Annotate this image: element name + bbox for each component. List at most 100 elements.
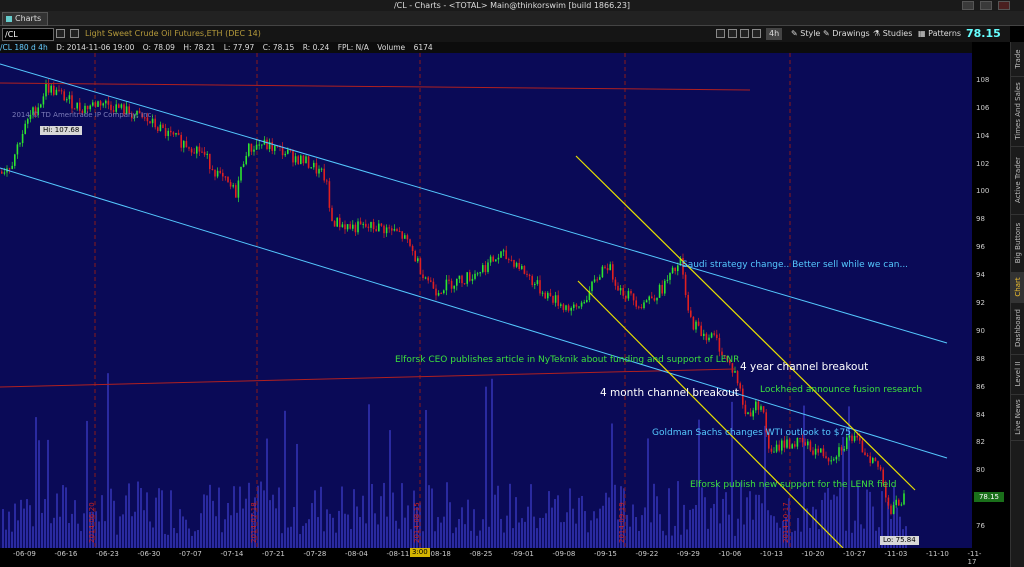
short-channel-upper[interactable] [575, 155, 916, 491]
candle-body [266, 139, 268, 150]
candle-body [495, 259, 497, 262]
close-button[interactable] [998, 1, 1010, 10]
candle-body [469, 272, 471, 281]
volume-bar [665, 535, 667, 548]
candle-body [840, 447, 843, 451]
timeframe-button[interactable]: 4h [766, 28, 783, 40]
drawings-button[interactable]: ✎ Drawings [820, 28, 873, 40]
volume-bar [821, 499, 823, 548]
candle-body [552, 296, 554, 303]
sidebar-tab-live-news[interactable]: Live News [1011, 394, 1024, 441]
time-axis[interactable]: -06-09 -06-16 -06-23 -06-30 -07-07 -07-14 -07-… [0, 548, 981, 567]
sidebar-tab-dashboard[interactable]: Dashboard [1011, 302, 1024, 355]
bar-range: R: 0.24 [302, 43, 330, 52]
volume-bar [131, 516, 133, 548]
sidebar-tab-big-buttons[interactable]: Big Buttons [1011, 214, 1024, 273]
candle-body [164, 128, 167, 137]
candle-body [292, 150, 294, 163]
candle-body [50, 85, 52, 93]
volume-bar [236, 512, 238, 548]
patterns-button[interactable]: ▦ Patterns [915, 28, 964, 40]
x-tick-label: -08-04 [345, 550, 368, 558]
chart-grid [94, 53, 791, 548]
candle-body [185, 141, 188, 148]
candle-body [339, 217, 341, 228]
crosshair-icon[interactable] [740, 29, 749, 38]
candle-body [822, 448, 825, 457]
y-tick-label: 100 [976, 187, 990, 196]
volume-bar [74, 500, 76, 548]
charts-tab-icon [6, 16, 12, 22]
volume-bar [368, 404, 370, 548]
drawing-tool-icon[interactable] [728, 29, 737, 38]
candle-body [513, 260, 515, 267]
volume-bar [449, 502, 451, 548]
candle-body [755, 401, 757, 411]
candle-body [492, 256, 494, 262]
candle-body [877, 461, 879, 467]
volume-bar [575, 523, 577, 548]
long-channel-lower[interactable] [0, 167, 948, 459]
candle-body [328, 181, 331, 208]
volume-bar [158, 488, 160, 548]
volume-bar [605, 492, 607, 548]
symbol-input[interactable]: /CL [2, 28, 54, 41]
candle-body [14, 154, 16, 166]
candle-body [606, 268, 609, 271]
minimize-button[interactable] [962, 1, 974, 10]
style-icon: ✎ [791, 29, 801, 38]
candle-body [193, 152, 195, 154]
candle-body [643, 302, 645, 309]
price-chart[interactable]: 2014 © TD Ameritrade IP Company, Inc. Hi… [0, 53, 972, 548]
candle-body [614, 279, 617, 286]
zoom-icon[interactable] [752, 29, 761, 38]
sidebar-tab-level-ii[interactable]: Level II [1011, 354, 1024, 395]
volume-bar [113, 500, 115, 548]
candle-body [656, 297, 658, 301]
x-tick-label: -10-13 [760, 550, 783, 558]
volume-bar [320, 486, 322, 548]
sidebar-tab-chart[interactable]: Chart [1011, 272, 1024, 303]
right-sidebar: Trade Times And Sales Active Trader Big … [1010, 42, 1024, 567]
volume-bar [365, 523, 367, 548]
volume-bar [515, 497, 517, 548]
volume-bar [596, 518, 598, 548]
volume-bar [860, 524, 862, 548]
tab-charts[interactable]: Charts [2, 12, 49, 26]
candle-body [544, 292, 546, 299]
candle-body [404, 235, 406, 239]
volume-bar [758, 494, 760, 548]
vertical-date-3: 2014-08-15 [413, 502, 421, 543]
volume-bar [791, 532, 793, 548]
maximize-button[interactable] [980, 1, 992, 10]
candle-body [827, 458, 830, 462]
studies-button[interactable]: ⚗ Studies [870, 28, 915, 40]
volume-bar [293, 506, 295, 548]
symbol-link-icon[interactable] [56, 29, 65, 38]
candle-body [612, 264, 614, 280]
grid-icon[interactable] [70, 29, 79, 38]
volume-bar [347, 514, 349, 548]
y-tick-label: 96 [976, 243, 985, 252]
candle-body [453, 285, 455, 289]
volume-bar [857, 485, 859, 548]
volume-bar [776, 522, 778, 548]
candle-body [578, 306, 580, 308]
sidebar-tab-times-and-sales[interactable]: Times And Sales [1011, 76, 1024, 147]
volume-bar [425, 409, 427, 548]
volume-bar [191, 535, 193, 548]
sidebar-tab-active-trader[interactable]: Active Trader [1011, 146, 1024, 215]
sidebar-tab-trade[interactable]: Trade [1011, 42, 1024, 77]
chart-type-icon[interactable] [716, 29, 725, 38]
volume-bar [185, 519, 187, 548]
candle-body [627, 291, 630, 299]
sidebar-tab-chart-label: Chart [1014, 277, 1022, 297]
long-channel-upper[interactable] [0, 63, 948, 344]
volume-bar [710, 508, 712, 548]
candle-body [695, 321, 697, 330]
price-axis[interactable]: 108106104102100989694929088868482807876 [972, 53, 1010, 548]
candle-body [177, 132, 180, 135]
resistance-line[interactable] [0, 82, 751, 91]
style-button[interactable]: ✎ Style [788, 28, 823, 40]
y-tick-label: 94 [976, 271, 985, 280]
